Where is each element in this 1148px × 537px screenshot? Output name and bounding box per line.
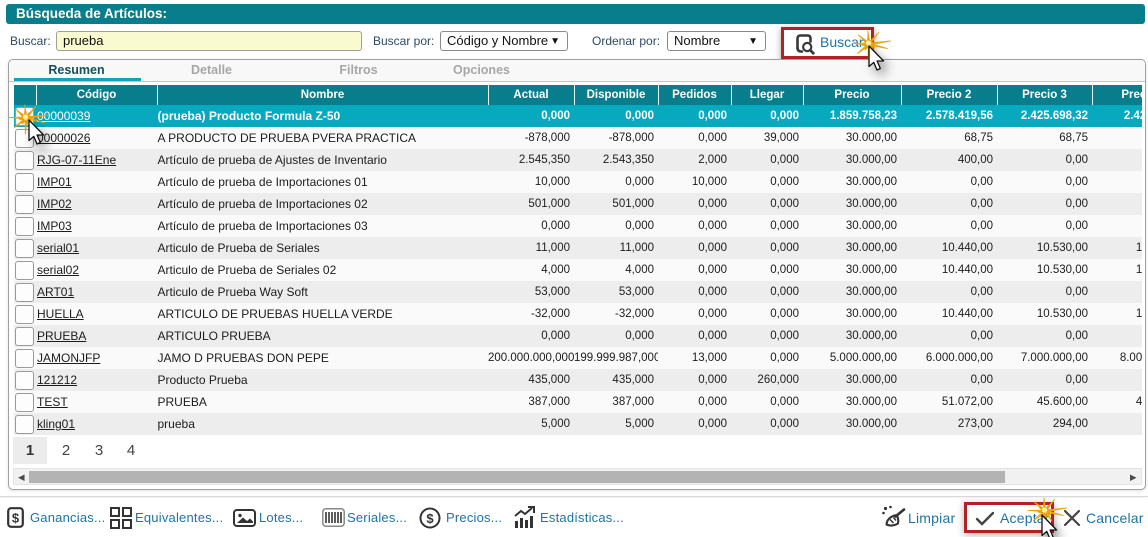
- svg-text:$: $: [12, 511, 20, 526]
- svg-text:$: $: [426, 511, 434, 526]
